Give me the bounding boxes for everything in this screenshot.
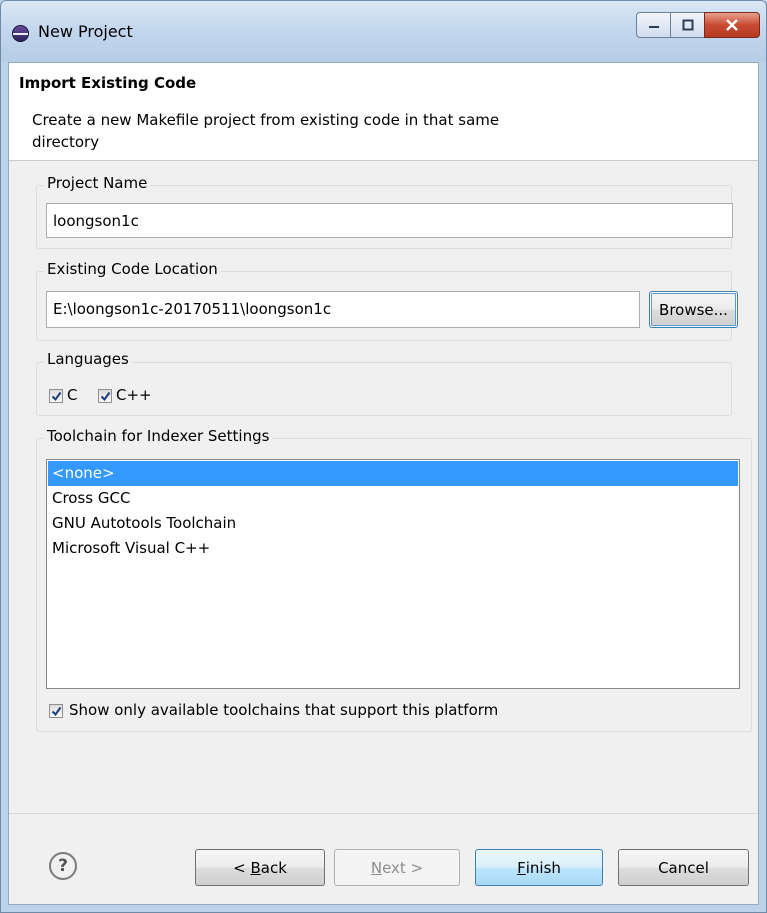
next-button[interactable]: Next > (334, 849, 460, 886)
checkmark-icon (51, 391, 62, 402)
next-mnemonic: N (370, 858, 383, 877)
close-button[interactable] (704, 12, 760, 38)
browse-button[interactable]: Browse... (649, 291, 738, 328)
project-name-label: Project Name (44, 174, 151, 192)
checkmark-icon (100, 391, 111, 402)
close-icon (726, 19, 738, 31)
project-name-input[interactable]: loongson1c (46, 203, 733, 238)
browse-button-label: Browse... (659, 300, 728, 319)
finish-rest: inish (525, 858, 561, 877)
dialog-client-area: Import Existing Code Create a new Makefi… (8, 62, 759, 905)
c-checkbox[interactable] (49, 389, 63, 403)
window-controls (636, 12, 760, 38)
code-location-label: Existing Code Location (44, 260, 221, 278)
help-icon[interactable]: ? (49, 852, 77, 880)
page-description: Create a new Makefile project from exist… (32, 111, 500, 151)
code-location-input[interactable]: E:\loongson1c-20170511\loongson1c (46, 291, 640, 328)
maximize-icon (682, 19, 693, 31)
cancel-label: Cancel (658, 858, 709, 877)
back-prefix: < (233, 858, 251, 877)
maximize-button[interactable] (670, 12, 704, 38)
wizard-body: Project Name loongson1c Existing Code Lo… (9, 161, 758, 813)
page-title: Import Existing Code (19, 74, 197, 92)
list-item[interactable]: Microsoft Visual C++ (48, 536, 214, 561)
wizard-footer: ? < Back Next > Finish Cancel (9, 813, 758, 904)
back-mnemonic: B (250, 858, 261, 877)
checkmark-icon (51, 706, 62, 717)
toolchain-list[interactable]: <none> Cross GCC GNU Autotools Toolchain… (46, 459, 740, 689)
wizard-header: Import Existing Code Create a new Makefi… (9, 63, 758, 161)
cancel-button[interactable]: Cancel (618, 849, 749, 886)
minimize-button[interactable] (636, 12, 670, 38)
list-item[interactable]: GNU Autotools Toolchain (48, 511, 240, 536)
window-title: New Project (38, 22, 133, 41)
minimize-icon (648, 26, 659, 28)
c-checkbox-label: C (67, 386, 78, 404)
cpp-checkbox[interactable] (98, 389, 112, 403)
back-button[interactable]: < Back (195, 849, 325, 886)
new-project-window: New Project Import Existing Code Create … (0, 0, 767, 913)
finish-button[interactable]: Finish (475, 849, 603, 886)
toolchain-label: Toolchain for Indexer Settings (44, 427, 273, 445)
next-rest: ext > (382, 858, 424, 877)
eclipse-icon (12, 25, 29, 42)
finish-mnemonic: F (517, 858, 526, 877)
show-only-available-label: Show only available toolchains that supp… (69, 701, 499, 719)
title-bar[interactable]: New Project (0, 0, 767, 62)
show-only-available-checkbox[interactable] (49, 704, 63, 718)
cpp-checkbox-label: C++ (116, 386, 152, 404)
back-rest: ack (260, 858, 287, 877)
languages-label: Languages (44, 350, 132, 368)
list-item[interactable]: Cross GCC (48, 486, 134, 511)
list-item[interactable]: <none> (48, 461, 738, 486)
